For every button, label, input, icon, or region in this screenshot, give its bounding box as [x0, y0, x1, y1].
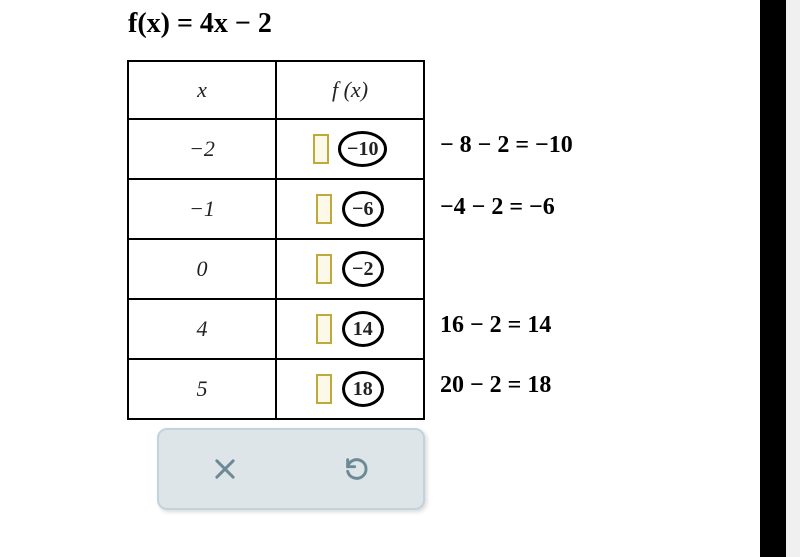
circled-answer: −10: [338, 131, 387, 167]
function-formula: f(x) = 4x − 2: [128, 8, 272, 40]
fx-cell: −6: [276, 179, 424, 239]
table-row: 4 14: [128, 299, 424, 359]
right-margin-strip: [786, 0, 800, 557]
answer-input[interactable]: [316, 254, 332, 284]
x-cell: 5: [128, 359, 276, 419]
x-cell: 4: [128, 299, 276, 359]
x-cell: 0: [128, 239, 276, 299]
worksheet-page: f(x) = 4x − 2 x f (x) −2 −10 −1 −6 0 −2: [0, 0, 760, 557]
header-fx: f (x): [276, 61, 424, 119]
circled-answer: −6: [342, 191, 384, 227]
fx-cell: 14: [276, 299, 424, 359]
fx-cell: −10: [276, 119, 424, 179]
answer-input[interactable]: [313, 134, 329, 164]
calculation-note: 20 − 2 = 18: [440, 372, 551, 399]
answer-input[interactable]: [316, 194, 332, 224]
x-cell: −1: [128, 179, 276, 239]
table-row: −1 −6: [128, 179, 424, 239]
function-table: x f (x) −2 −10 −1 −6 0 −2 4: [127, 60, 425, 420]
circled-answer: −2: [342, 251, 384, 287]
table-row: 0 −2: [128, 239, 424, 299]
calculation-note: −4 − 2 = −6: [440, 194, 555, 221]
close-button[interactable]: [200, 444, 250, 494]
fx-cell: −2: [276, 239, 424, 299]
calculation-note: 16 − 2 = 14: [440, 312, 551, 339]
calculation-note: − 8 − 2 = −10: [440, 132, 573, 159]
header-x: x: [128, 61, 276, 119]
x-cell: −2: [128, 119, 276, 179]
table-row: 5 18: [128, 359, 424, 419]
fx-cell: 18: [276, 359, 424, 419]
table-row: −2 −10: [128, 119, 424, 179]
undo-icon: [343, 455, 371, 483]
answer-input[interactable]: [316, 314, 332, 344]
circled-answer: 14: [342, 311, 384, 347]
action-toolbar: [157, 428, 425, 510]
close-icon: [211, 455, 239, 483]
undo-button[interactable]: [332, 444, 382, 494]
circled-answer: 18: [342, 371, 384, 407]
answer-input[interactable]: [316, 374, 332, 404]
